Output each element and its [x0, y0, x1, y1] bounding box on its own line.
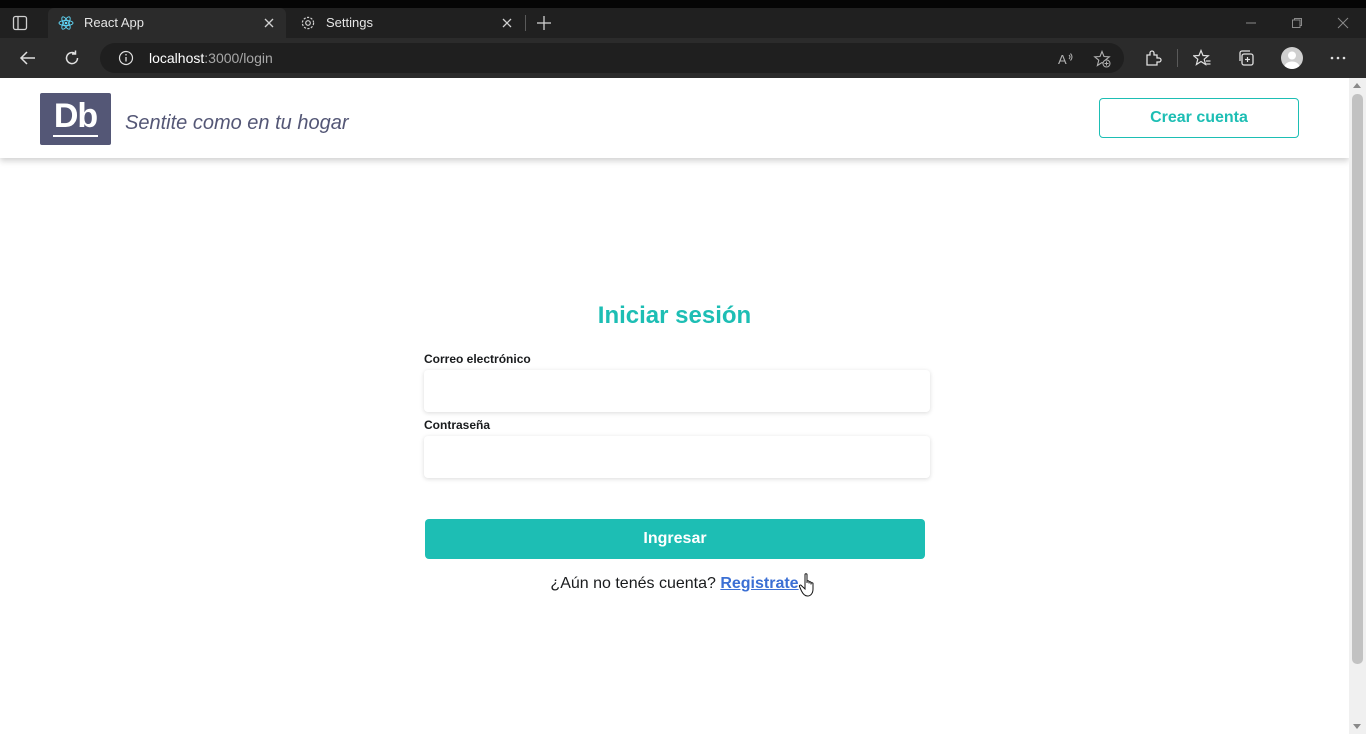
extensions-icon[interactable] — [1144, 49, 1162, 67]
register-link[interactable]: Registrate — [720, 575, 798, 592]
more-icon[interactable] — [1329, 49, 1347, 67]
password-field[interactable] — [424, 436, 930, 478]
react-icon — [58, 16, 74, 30]
signup-prompt: ¿Aún no tenés cuenta? Registrate — [424, 575, 925, 593]
window-top-edge — [0, 0, 1366, 8]
refresh-icon[interactable] — [63, 49, 81, 67]
address-bar[interactable]: localhost:3000/login A — [100, 43, 1124, 73]
add-favorite-icon[interactable] — [1093, 50, 1111, 68]
login-submit-button[interactable]: Ingresar — [425, 519, 925, 559]
url-path: :3000/login — [204, 50, 273, 66]
toolbar-separator — [1177, 49, 1178, 67]
browser-toolbar: localhost:3000/login A — [0, 38, 1366, 78]
collections-icon[interactable] — [1237, 49, 1255, 67]
tab-title: React App — [84, 15, 144, 30]
read-aloud-icon[interactable]: A — [1057, 50, 1075, 68]
back-arrow-icon[interactable] — [19, 49, 37, 67]
url-host: localhost — [149, 50, 205, 66]
close-icon[interactable] — [500, 16, 514, 30]
favorites-icon[interactable] — [1193, 49, 1211, 67]
svg-text:A: A — [1058, 52, 1067, 67]
restore-icon[interactable] — [1290, 16, 1304, 30]
tab-separator — [525, 15, 526, 31]
site-header: Db Sentite como en tu hogar Crear cuenta — [0, 78, 1349, 158]
scrollbar-thumb[interactable] — [1352, 94, 1363, 664]
page-viewport: Db Sentite como en tu hogar Crear cuenta… — [0, 78, 1349, 734]
logo[interactable]: Db — [40, 93, 111, 145]
vertical-scrollbar[interactable] — [1349, 78, 1366, 734]
email-label: Correo electrónico — [424, 352, 531, 366]
tab-title: Settings — [326, 15, 373, 30]
tagline: Sentite como en tu hogar — [125, 112, 349, 134]
logo-text: Db — [53, 97, 98, 135]
plus-icon[interactable] — [536, 15, 552, 31]
gear-icon — [301, 16, 315, 30]
tab-strip: React App Settings — [0, 8, 1366, 38]
info-icon[interactable] — [118, 50, 134, 66]
tab-settings[interactable]: Settings — [290, 8, 524, 38]
scroll-down-arrow-icon[interactable] — [1353, 724, 1361, 729]
password-label: Contraseña — [424, 418, 491, 432]
tab-actions-icon[interactable] — [12, 15, 28, 31]
email-field[interactable] — [424, 370, 930, 412]
page-title: Iniciar sesión — [597, 302, 752, 329]
scroll-up-arrow-icon[interactable] — [1353, 83, 1361, 88]
url-text: localhost:3000/login — [149, 50, 273, 66]
profile-icon[interactable] — [1281, 47, 1303, 69]
tab-react-app[interactable]: React App — [48, 8, 286, 38]
minimize-icon[interactable] — [1244, 16, 1258, 30]
logo-underline — [53, 135, 98, 137]
create-account-button[interactable]: Crear cuenta — [1099, 98, 1299, 138]
close-icon[interactable] — [262, 16, 276, 30]
no-account-text: ¿Aún no tenés cuenta? — [550, 575, 716, 592]
hand-cursor-icon — [798, 573, 814, 597]
window-close-icon[interactable] — [1336, 16, 1350, 30]
